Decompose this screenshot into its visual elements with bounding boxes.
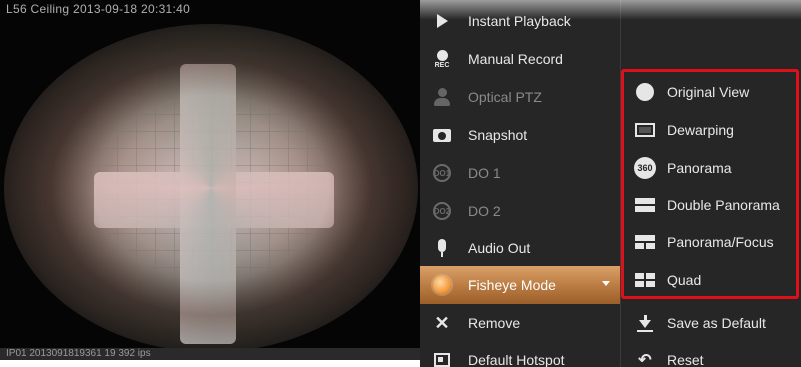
submenu-item-label: Double Panorama bbox=[667, 197, 780, 213]
submenu-item-quad[interactable]: Quad bbox=[621, 261, 801, 299]
menu-item-label: Fisheye Mode bbox=[468, 277, 556, 293]
menu-item-snapshot[interactable]: Snapshot bbox=[420, 116, 620, 154]
submenu-item-reset[interactable]: ↶ Reset bbox=[621, 341, 801, 367]
camera-view[interactable]: L56 Ceiling 2013-09-18 20:31:40 IP01 201… bbox=[0, 0, 430, 360]
menu-item-fisheye-mode[interactable]: Fisheye Mode bbox=[420, 266, 620, 304]
menu-item-do1: DO1 DO 1 bbox=[420, 154, 620, 192]
hotspot-icon bbox=[420, 341, 464, 367]
panorama-focus-icon bbox=[625, 223, 665, 261]
submenu-item-dewarping[interactable]: Dewarping bbox=[621, 111, 801, 149]
circle-icon bbox=[625, 73, 665, 111]
menu-item-remove[interactable]: ✕ Remove bbox=[420, 304, 620, 342]
menu-item-instant-playback[interactable]: Instant Playback bbox=[420, 2, 620, 40]
menu-item-label: Audio Out bbox=[468, 240, 531, 256]
submenu-item-label: Save as Default bbox=[667, 315, 766, 331]
play-icon bbox=[420, 2, 464, 40]
menu-item-default-hotspot[interactable]: Default Hotspot bbox=[420, 341, 620, 367]
quad-icon bbox=[625, 261, 665, 299]
submenu-item-label: Reset bbox=[667, 352, 704, 367]
submenu-item-label: Dewarping bbox=[667, 122, 734, 138]
menu-item-audio-out[interactable]: Audio Out bbox=[420, 229, 620, 267]
fisheye-image bbox=[4, 24, 418, 352]
camera-title: L56 Ceiling 2013-09-18 20:31:40 bbox=[6, 2, 191, 16]
menu-item-label: DO 1 bbox=[468, 165, 501, 181]
download-icon bbox=[625, 304, 665, 342]
submenu-item-save-as-default[interactable]: Save as Default bbox=[621, 304, 801, 342]
menu-item-label: Default Hotspot bbox=[468, 352, 565, 367]
rec-icon: REC bbox=[420, 40, 464, 78]
do2-icon: DO2 bbox=[420, 192, 464, 230]
double-panorama-icon bbox=[625, 186, 665, 224]
do1-icon: DO1 bbox=[420, 154, 464, 192]
panorama-360-icon: 360 bbox=[625, 149, 665, 187]
menu-item-optical-ptz: Optical PTZ bbox=[420, 78, 620, 116]
fisheye-submenu: Original View Dewarping 360 Panorama Dou… bbox=[620, 0, 801, 367]
camera-footer: IP01 2013091819361 19 392 ips bbox=[0, 348, 430, 360]
reset-icon: ↶ bbox=[638, 352, 652, 367]
menu-item-label: DO 2 bbox=[468, 203, 501, 219]
context-menu: Instant Playback REC Manual Record Optic… bbox=[420, 0, 620, 367]
submenu-item-panorama[interactable]: 360 Panorama bbox=[621, 149, 801, 187]
submenu-item-label: Original View bbox=[667, 84, 750, 100]
fisheye-icon bbox=[420, 266, 464, 304]
submenu-item-label: Panorama bbox=[667, 160, 732, 176]
menu-item-label: Snapshot bbox=[468, 127, 528, 143]
dewarp-rect-icon bbox=[625, 111, 665, 149]
menu-item-label: Instant Playback bbox=[468, 13, 571, 29]
close-icon: ✕ bbox=[434, 312, 450, 333]
menu-item-do2: DO2 DO 2 bbox=[420, 192, 620, 230]
camera-icon bbox=[420, 116, 464, 154]
submenu-item-original-view[interactable]: Original View bbox=[621, 73, 801, 111]
microphone-icon bbox=[420, 229, 464, 267]
floor-aisle-vertical bbox=[180, 64, 236, 344]
menu-item-label: Optical PTZ bbox=[468, 89, 542, 105]
menu-item-label: Manual Record bbox=[468, 51, 563, 67]
submenu-item-double-panorama[interactable]: Double Panorama bbox=[621, 186, 801, 224]
menu-item-label: Remove bbox=[468, 315, 521, 331]
menu-item-manual-record[interactable]: REC Manual Record bbox=[420, 40, 620, 78]
submenu-item-label: Quad bbox=[667, 272, 702, 288]
ptz-person-icon bbox=[420, 78, 464, 116]
floor-aisle-horizontal bbox=[94, 172, 334, 228]
submenu-item-label: Panorama/Focus bbox=[667, 234, 774, 250]
chevron-down-icon bbox=[602, 281, 610, 286]
submenu-item-panorama-focus[interactable]: Panorama/Focus bbox=[621, 223, 801, 261]
